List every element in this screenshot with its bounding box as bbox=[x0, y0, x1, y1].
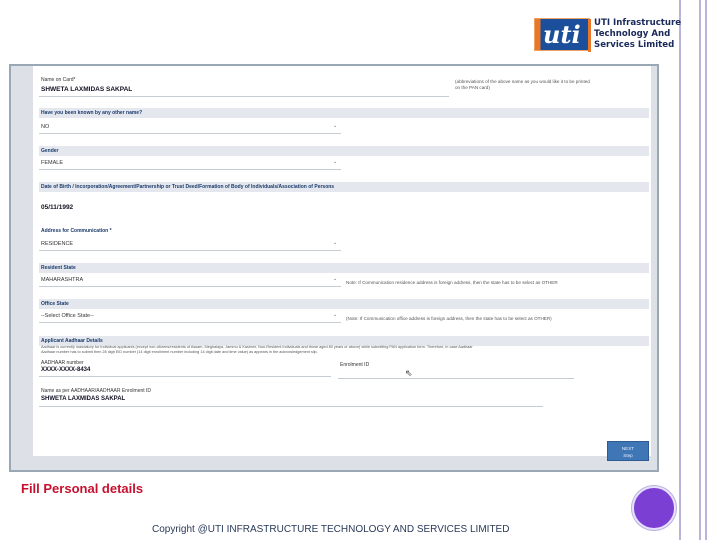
logo-mark: uti bbox=[534, 17, 591, 52]
chevron-down-icon[interactable]: ⌄ bbox=[333, 312, 337, 318]
resident-state-header bbox=[39, 263, 649, 273]
enrolment-id-input[interactable] bbox=[338, 378, 574, 379]
office-state-label: Office State bbox=[41, 301, 69, 307]
aadhaar-number-underline bbox=[39, 376, 331, 377]
name-on-card-label: Name on Card* bbox=[41, 77, 76, 83]
office-state-underline bbox=[39, 322, 341, 323]
copyright-footer: Copyright @UTI INFRASTRUCTURE TECHNOLOGY… bbox=[152, 524, 510, 535]
resident-state-note: Note: If Communication residence address… bbox=[346, 280, 558, 285]
aadhaar-number-label: AADHAAR number bbox=[41, 360, 84, 366]
name-on-card-note-line: on the PAN card) bbox=[455, 85, 490, 90]
gender-header bbox=[39, 146, 649, 156]
decorative-frame-line bbox=[705, 0, 707, 540]
chevron-down-icon[interactable]: ⌄ bbox=[333, 123, 337, 129]
screenshot-panel: Name on Card* SHWETA LAXMIDAS SAKPAL (ab… bbox=[9, 64, 659, 472]
next-step-button[interactable]: NEXT Step bbox=[607, 441, 649, 461]
decorative-frame-line bbox=[679, 0, 681, 540]
aadhaar-number-input[interactable]: XXXX-XXXX-8434 bbox=[41, 367, 90, 373]
office-state-select[interactable]: --Select Office State-- bbox=[41, 313, 94, 319]
decorative-circle bbox=[632, 486, 676, 530]
name-per-aadhaar-underline bbox=[39, 406, 543, 407]
name-on-card-input[interactable]: SHWETA LAXMIDAS SAKPAL bbox=[41, 86, 132, 93]
address-communication-underline bbox=[39, 250, 341, 251]
logo-line-2: Technology And bbox=[594, 28, 671, 39]
decorative-frame-line bbox=[699, 0, 701, 540]
address-communication-select[interactable]: RESIDENCE bbox=[41, 241, 73, 247]
gender-label: Gender bbox=[41, 148, 59, 154]
aadhaar-section-label: Applicant Aadhaar Details bbox=[41, 338, 103, 344]
next-button-line: Step bbox=[623, 453, 633, 458]
chevron-down-icon[interactable]: ⌄ bbox=[333, 159, 337, 165]
address-communication-label: Address for Communication * bbox=[41, 228, 112, 234]
logo-text: UTI Infrastructure Technology And Servic… bbox=[594, 18, 681, 51]
gender-underline bbox=[39, 169, 341, 170]
other-name-underline bbox=[39, 133, 341, 134]
dob-label: Date of Birth / Incorporation/Agreement/… bbox=[41, 184, 335, 190]
logo-line-1: UTI Infrastructure bbox=[594, 17, 682, 28]
pan-application-form: Name on Card* SHWETA LAXMIDAS SAKPAL (ab… bbox=[33, 66, 651, 456]
enrolment-id-label: Enrolment ID bbox=[340, 362, 370, 368]
gender-select[interactable]: FEMALE bbox=[41, 160, 63, 166]
chevron-down-icon[interactable]: ⌄ bbox=[333, 276, 337, 282]
other-name-label: Have you been known by any other name? bbox=[41, 110, 143, 116]
name-per-aadhaar-input[interactable]: SHWETA LAXMIDAS SAKPAL bbox=[41, 396, 125, 402]
mouse-cursor-icon: ⇖ bbox=[405, 368, 413, 378]
name-per-aadhaar-label: Name as per AADHAAR/AADHAAR Enrolment ID bbox=[41, 388, 152, 394]
uti-logo: uti UTI Infrastructure Technology And Se… bbox=[534, 16, 681, 52]
chevron-down-icon[interactable]: ⌄ bbox=[333, 240, 337, 246]
aadhaar-note: Aadhaar is currently mandatory for Indiv… bbox=[41, 345, 641, 355]
other-name-select[interactable]: NO bbox=[41, 124, 49, 130]
next-button-line: NEXT bbox=[621, 446, 635, 451]
office-state-note: (Note: If Communication office address i… bbox=[346, 316, 552, 321]
office-state-header bbox=[39, 299, 649, 309]
slide-caption: Fill Personal details bbox=[21, 481, 144, 496]
resident-state-select[interactable]: MAHARASHTRA bbox=[41, 277, 83, 283]
resident-state-label: Resident State bbox=[41, 265, 76, 271]
aadhaar-note-line: Aadhaar number has to submit then 28 dig… bbox=[41, 350, 318, 354]
name-on-card-underline bbox=[39, 96, 449, 97]
dob-input[interactable]: 05/11/1992 bbox=[41, 204, 73, 211]
resident-state-underline bbox=[39, 286, 341, 287]
name-on-card-note: (abbreviations of the above name as you … bbox=[455, 79, 590, 91]
logo-line-3: Services Limited bbox=[594, 39, 675, 50]
